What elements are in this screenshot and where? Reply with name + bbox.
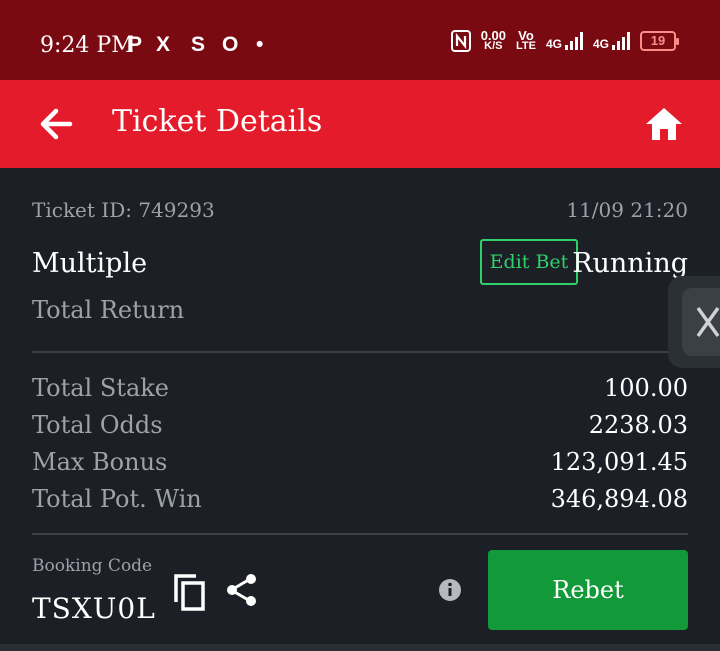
home-button[interactable]	[644, 104, 684, 144]
app-notification-o-icon: O	[222, 33, 239, 56]
status-time: 9:24 PM	[40, 33, 134, 58]
max-bonus-label: Max Bonus	[32, 448, 168, 476]
x-logo-icon	[696, 306, 720, 338]
page-title: Ticket Details	[112, 104, 323, 139]
total-odds-value: 2238.03	[588, 411, 688, 439]
sim2-signal: 4G	[593, 32, 630, 50]
nfc-icon	[450, 30, 471, 52]
total-return-label: Total Return	[32, 296, 185, 324]
ticket-id: Ticket ID: 749293	[32, 198, 215, 222]
divider	[32, 533, 688, 535]
booking-code: TSXU0L	[32, 592, 156, 625]
signal-bars-icon	[564, 32, 583, 50]
total-stake-label: Total Stake	[32, 374, 169, 402]
share-button[interactable]	[224, 572, 260, 608]
network-speed: 0.00 K/S	[481, 29, 506, 52]
info-button[interactable]	[438, 578, 462, 602]
rebet-button[interactable]: Rebet	[488, 550, 688, 630]
total-odds-label: Total Odds	[32, 411, 163, 439]
sim2-network-type: 4G	[592, 37, 609, 51]
ticket-date: 11/09 21:20	[566, 198, 688, 222]
volte-bottom: LTE	[516, 40, 536, 52]
arrow-left-icon	[40, 108, 73, 140]
notification-dot-icon: •	[256, 33, 264, 56]
booking-code-label: Booking Code	[32, 556, 153, 576]
ticket-details-panel: Ticket ID: 749293 11/09 21:20 Multiple E…	[0, 168, 720, 651]
app-notification-s-icon: S	[191, 33, 206, 56]
total-pot-win-label: Total Pot. Win	[32, 485, 202, 513]
status-indicators: 0.00 K/S Vo LTE 4G 4G 19	[450, 29, 679, 52]
total-stake-value: 100.00	[604, 374, 688, 402]
battery-icon: 19	[640, 31, 679, 51]
app-notification-x-icon: X	[156, 33, 171, 56]
info-icon	[439, 579, 461, 601]
divider	[32, 351, 688, 353]
app-notification-p-icon: P	[128, 33, 143, 56]
floating-overlay-handle[interactable]	[668, 276, 720, 368]
copy-icon	[174, 574, 205, 611]
signal-bars-icon	[612, 32, 630, 50]
max-bonus-value: 123,091.45	[550, 448, 688, 476]
sim1-network-type: 4G	[545, 37, 562, 51]
bottom-divider	[0, 644, 720, 651]
bet-status: Running	[572, 248, 688, 279]
volte-indicator: Vo LTE	[516, 29, 536, 52]
sim1-signal: 4G	[546, 32, 583, 50]
copy-button[interactable]	[172, 572, 208, 612]
edit-bet-button[interactable]: Edit Bet	[480, 239, 578, 285]
network-speed-unit: K/S	[484, 40, 503, 52]
share-icon	[227, 574, 256, 606]
back-button[interactable]	[38, 106, 74, 142]
status-bar: 9:24 PM P X S O • 0.00 K/S Vo LTE 4G 4G …	[0, 0, 720, 80]
home-icon	[646, 108, 682, 140]
total-pot-win-value: 346,894.08	[550, 485, 688, 513]
app-bar: Ticket Details	[0, 80, 720, 168]
bet-type: Multiple	[32, 248, 148, 279]
